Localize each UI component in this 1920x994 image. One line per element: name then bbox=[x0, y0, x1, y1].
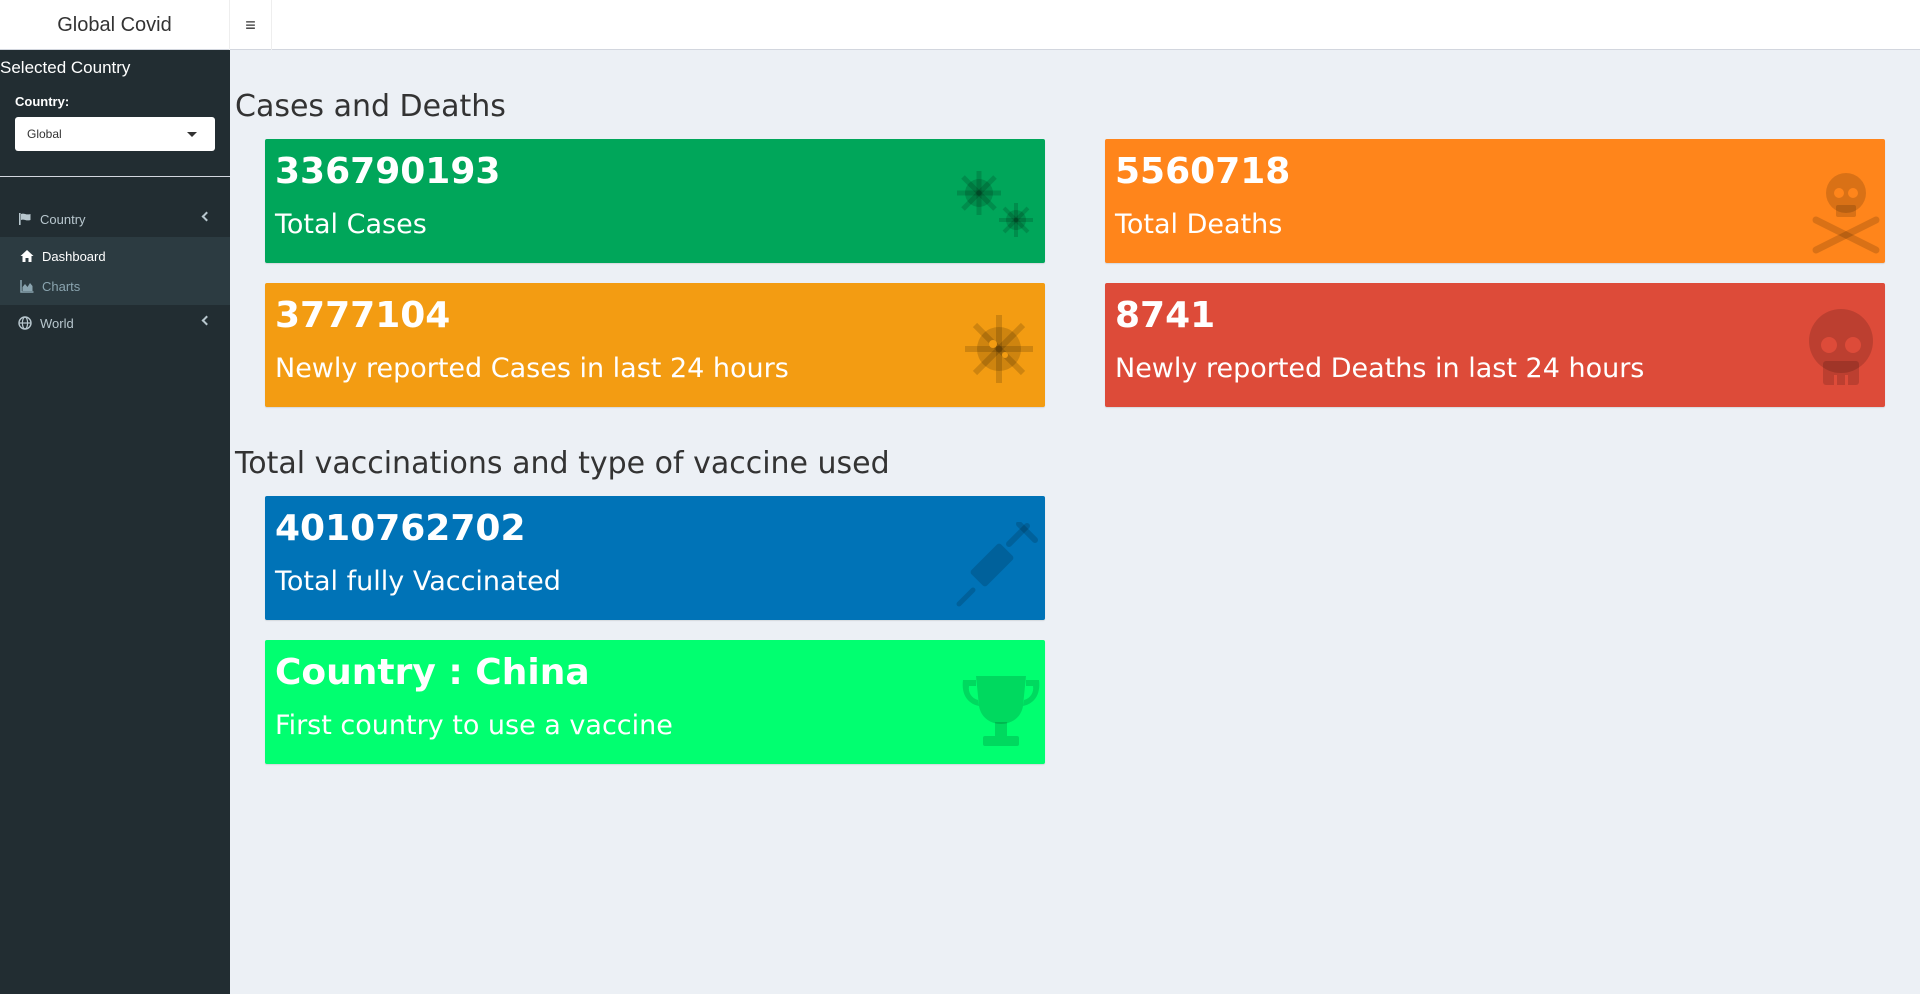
section-title-cases-deaths: Cases and Deaths bbox=[235, 89, 506, 124]
vaccinated-value: 4010762702 bbox=[275, 508, 526, 549]
new-cases-value: 3777104 bbox=[275, 295, 451, 336]
total-deaths-label: Total Deaths bbox=[1115, 209, 1283, 240]
virus-icon bbox=[957, 171, 1033, 237]
new-cases-box: 3777104 Newly reported Cases in last 24 … bbox=[265, 283, 1045, 407]
new-deaths-box: 8741 Newly reported Deaths in last 24 ho… bbox=[1105, 283, 1885, 407]
sidebar-item-country-label: Country bbox=[40, 211, 86, 227]
country-select-value: Global bbox=[27, 127, 62, 141]
country-submenu: Dashboard Charts bbox=[0, 237, 230, 305]
main-content: Cases and Deaths 336790193 Total Cases 5… bbox=[230, 50, 1920, 994]
first-country-box: Country : China First country to use a v… bbox=[265, 640, 1045, 764]
section-title-vaccinations: Total vaccinations and type of vaccine u… bbox=[235, 446, 890, 481]
caret-down-icon bbox=[187, 132, 197, 137]
sidebar-item-charts-label: Charts bbox=[42, 278, 81, 294]
home-icon bbox=[20, 249, 34, 263]
area-chart-icon bbox=[20, 279, 34, 293]
top-header: Global Covid ≡ bbox=[0, 0, 1920, 50]
chevron-left-icon bbox=[201, 211, 212, 222]
new-deaths-value: 8741 bbox=[1115, 295, 1216, 336]
total-cases-label: Total Cases bbox=[275, 209, 427, 240]
country-select-label: Country: bbox=[15, 94, 70, 109]
skull-icon bbox=[1809, 309, 1873, 385]
sidebar-item-world-label: World bbox=[40, 315, 74, 331]
app-title[interactable]: Global Covid bbox=[0, 0, 230, 50]
sidebar-title: Selected Country bbox=[0, 58, 131, 77]
sidebar-item-dashboard[interactable]: Dashboard bbox=[0, 241, 230, 271]
country-select[interactable]: Global bbox=[15, 117, 215, 151]
vaccinated-box: 4010762702 Total fully Vaccinated bbox=[265, 496, 1045, 620]
sidebar-toggle-button[interactable]: ≡ bbox=[230, 0, 272, 50]
chevron-left-icon bbox=[201, 315, 212, 326]
sidebar-item-charts[interactable]: Charts bbox=[0, 271, 230, 301]
skull-crossbones-icon bbox=[1812, 173, 1880, 254]
sidebar-item-world[interactable]: World bbox=[0, 305, 230, 341]
hamburger-icon: ≡ bbox=[245, 14, 256, 35]
new-cases-label: Newly reported Cases in last 24 hours bbox=[275, 353, 789, 384]
total-deaths-box: 5560718 Total Deaths bbox=[1105, 139, 1885, 263]
flag-icon bbox=[18, 212, 32, 226]
trophy-icon bbox=[962, 676, 1040, 746]
first-country-value: Country : China bbox=[275, 652, 590, 693]
new-deaths-label: Newly reported Deaths in last 24 hours bbox=[1115, 353, 1645, 384]
sidebar: Selected Country Country: Global Country… bbox=[0, 50, 230, 994]
syringe-icon bbox=[956, 522, 1038, 607]
sidebar-item-country[interactable]: Country bbox=[0, 201, 230, 237]
total-deaths-value: 5560718 bbox=[1115, 151, 1291, 192]
total-cases-value: 336790193 bbox=[275, 151, 501, 192]
total-cases-box: 336790193 Total Cases bbox=[265, 139, 1045, 263]
vaccinated-label: Total fully Vaccinated bbox=[275, 566, 561, 597]
virus-icon bbox=[965, 315, 1033, 383]
sidebar-item-dashboard-label: Dashboard bbox=[42, 248, 106, 264]
first-country-label: First country to use a vaccine bbox=[275, 710, 673, 741]
globe-icon bbox=[18, 316, 32, 330]
